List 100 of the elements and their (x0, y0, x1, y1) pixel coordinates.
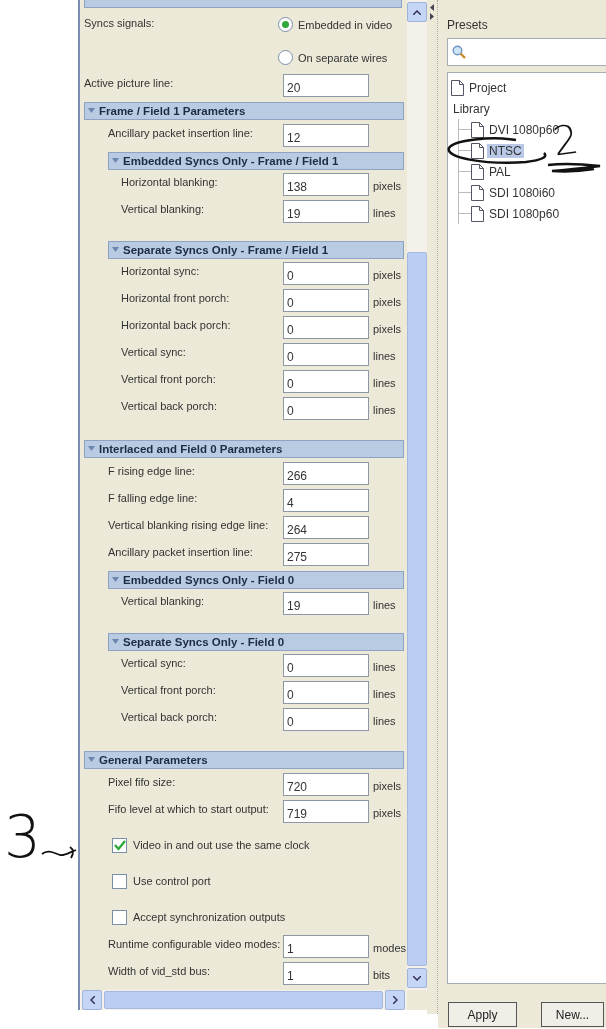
checkbox-label: Use control port (133, 875, 211, 887)
section-header[interactable]: Separate Syncs Only - Frame / Field 1 (108, 241, 404, 259)
tree-item[interactable]: PAL (487, 164, 513, 179)
input-field[interactable]: 19 (283, 592, 369, 615)
section-header[interactable]: Embedded Syncs Only - Frame / Field 1 (108, 152, 404, 170)
section-header[interactable]: Embedded Syncs Only - Field 0 (108, 571, 404, 589)
field-label: Vertical front porch: (121, 683, 216, 696)
field-label: Horizontal blanking: (121, 175, 218, 188)
input-field[interactable]: 0 (283, 289, 369, 312)
search-field[interactable] (447, 38, 606, 66)
checkbox-label: Video in and out use the same clock (133, 839, 310, 851)
unit-label: lines (372, 598, 396, 611)
field-label: Ancillary packet insertion line: (108, 126, 253, 139)
search-icon (452, 45, 466, 59)
input-field[interactable]: 719 (283, 800, 369, 823)
section-header[interactable]: Frame / Field 1 Parameters (84, 102, 404, 120)
vertical-scrollbar[interactable] (407, 0, 427, 990)
collapse-triangle-icon[interactable] (112, 577, 119, 583)
section-header[interactable]: General Parameters (84, 751, 404, 769)
checkbox[interactable] (112, 909, 127, 925)
caret-right-icon (392, 996, 398, 1004)
panel-title: Presets (447, 18, 489, 32)
file-icon (471, 142, 484, 159)
collapse-triangle-icon[interactable] (112, 639, 119, 645)
unit-label: pixels (372, 268, 402, 281)
input-field[interactable]: 12 (283, 124, 369, 147)
checkbox[interactable] (112, 873, 127, 889)
scroll-right-button[interactable] (385, 990, 405, 1010)
input-field[interactable]: 275 (283, 543, 369, 566)
field-label: Vertical blanking: (121, 202, 205, 215)
field-label: Vertical blanking rising edge line: (108, 518, 269, 531)
collapse-left-icon[interactable] (430, 4, 434, 11)
field-label: Vertical sync: (121, 656, 186, 669)
tree-item[interactable]: SDI 1080i60 (487, 185, 558, 200)
input-field[interactable]: 264 (283, 516, 369, 539)
unit-label: modes (372, 941, 407, 954)
caret-left-icon (89, 996, 95, 1004)
input-field[interactable]: 20 (283, 74, 369, 97)
collapse-triangle-icon[interactable] (112, 247, 119, 253)
unit-label: pixels (372, 779, 402, 792)
input-field[interactable]: 0 (283, 654, 369, 677)
field-label: Vertical back porch: (121, 399, 217, 412)
tree-item[interactable]: NTSC (487, 143, 524, 158)
input-field[interactable]: 138 (283, 173, 369, 196)
input-field[interactable]: 1 (283, 935, 369, 958)
unit-label: bits (372, 968, 391, 981)
horizontal-scrollbar[interactable] (80, 990, 407, 1010)
section-header[interactable]: Interlaced and Field 0 Parameters (84, 440, 404, 458)
unit-label: lines (372, 376, 396, 389)
input-field[interactable]: 0 (283, 708, 369, 731)
input-field[interactable]: 1 (283, 962, 369, 985)
scroll-down-button[interactable] (407, 968, 427, 988)
handwritten-scribble-drawing (546, 160, 602, 174)
unit-label: pixels (372, 179, 402, 192)
tree-item[interactable]: Project (467, 80, 509, 95)
tree-item[interactable]: SDI 1080p60 (487, 206, 562, 221)
field-label: Vertical back porch: (121, 710, 217, 723)
unit-label: lines (372, 349, 396, 362)
file-icon (471, 205, 484, 222)
input-field[interactable]: 19 (283, 200, 369, 223)
field-label: F rising edge line: (108, 464, 195, 477)
section-header[interactable]: Separate Syncs Only - Field 0 (108, 633, 404, 651)
input-field[interactable]: 0 (283, 397, 369, 420)
radio-label: Embedded in video (298, 18, 393, 31)
field-label: Syncs signals: (84, 16, 155, 29)
radio-label: On separate wires (298, 51, 388, 64)
input-field[interactable]: 266 (283, 462, 369, 485)
field-label: Ancillary packet insertion line: (108, 545, 253, 558)
tree-item[interactable]: Library (451, 101, 492, 116)
file-icon (471, 184, 484, 201)
collapse-triangle-icon[interactable] (88, 108, 95, 114)
input-field[interactable]: 720 (283, 773, 369, 796)
checkbox[interactable] (112, 837, 127, 853)
collapse-triangle-icon[interactable] (88, 757, 95, 763)
collapse-triangle-icon[interactable] (112, 158, 119, 164)
file-icon (471, 121, 484, 138)
collapse-triangle-icon[interactable] (88, 446, 95, 452)
collapse-right-icon[interactable] (430, 13, 434, 20)
unit-label: lines (372, 206, 396, 219)
unit-label: pixels (372, 806, 402, 819)
radio-button[interactable] (278, 50, 293, 65)
field-label: Pixel fifo size: (108, 775, 176, 788)
radio-button[interactable] (278, 17, 293, 32)
input-field[interactable]: 0 (283, 370, 369, 393)
new-button[interactable]: New... (541, 1002, 604, 1027)
unit-label: lines (372, 714, 396, 727)
input-field[interactable]: 0 (283, 681, 369, 704)
input-field[interactable]: 0 (283, 343, 369, 366)
field-label: Active picture line: (84, 76, 174, 89)
field-label: Horizontal sync: (121, 264, 200, 277)
field-label: Horizontal back porch: (121, 318, 231, 331)
scroll-left-button[interactable] (82, 990, 102, 1010)
input-field[interactable]: 0 (283, 262, 369, 285)
input-field[interactable]: 0 (283, 316, 369, 339)
field-label: Vertical front porch: (121, 372, 216, 385)
apply-button[interactable]: Apply (448, 1002, 517, 1027)
field-label: Vertical blanking: (121, 594, 205, 607)
input-field[interactable]: 4 (283, 489, 369, 512)
checkbox-label: Accept synchronization outputs (133, 911, 286, 923)
unit-label: lines (372, 660, 396, 673)
